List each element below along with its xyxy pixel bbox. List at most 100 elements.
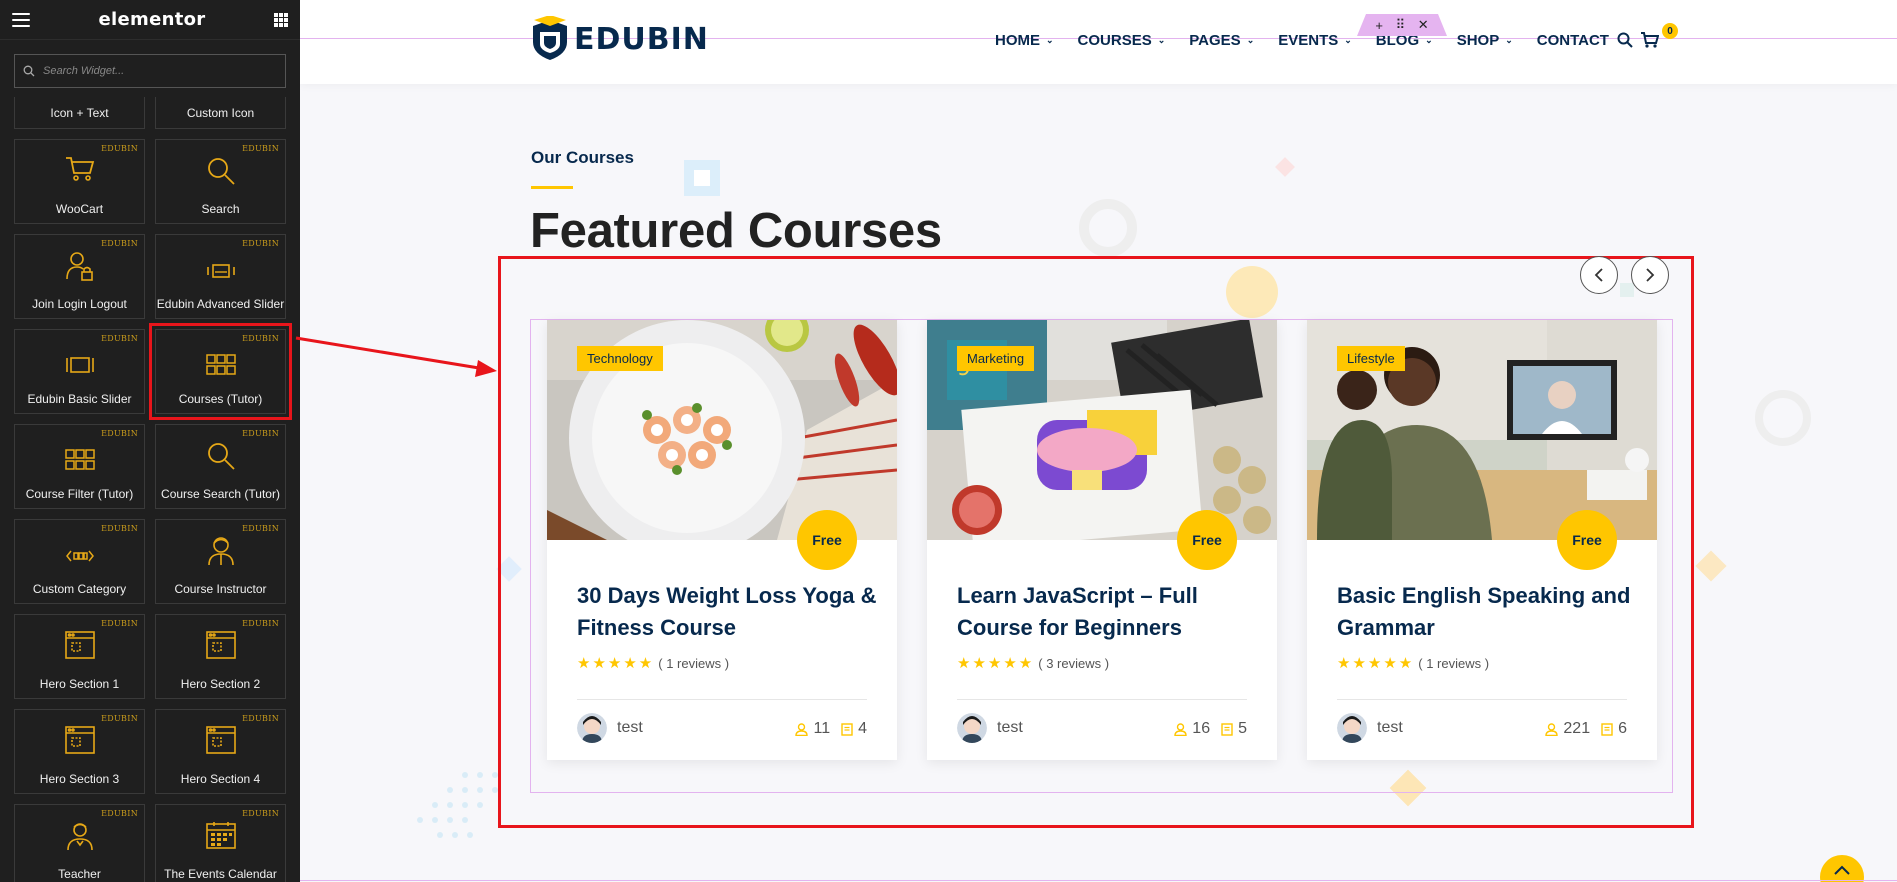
carousel-prev-button[interactable] xyxy=(1580,256,1618,294)
course-thumbnail[interactable]: Technology xyxy=(547,320,897,540)
chevron-down-icon: ⌄ xyxy=(1344,35,1352,45)
search-icon[interactable] xyxy=(1617,32,1633,53)
course-author[interactable]: test xyxy=(1337,713,1403,743)
widget-source-tag: EDUBIN xyxy=(242,714,279,723)
course-category-badge[interactable]: Lifestyle xyxy=(1337,346,1405,371)
widget-tile-courses-tutor[interactable]: EDUBIN Courses (Tutor) xyxy=(149,323,292,420)
section-subtitle: Our Courses xyxy=(531,148,634,167)
widget-source-tag: EDUBIN xyxy=(101,619,138,628)
student-count: 221 xyxy=(1563,720,1591,737)
carousel-next-button[interactable] xyxy=(1631,256,1669,294)
search-icon xyxy=(206,156,236,191)
widget-label: Hero Section 3 xyxy=(39,772,120,786)
widget-label: Course Instructor xyxy=(174,582,267,596)
course-price-badge: Free xyxy=(1557,510,1617,570)
widget-tile-course-search-tutor[interactable]: EDUBIN Course Search (Tutor) xyxy=(155,424,286,509)
widget-tile-join-login-logout[interactable]: EDUBIN Join Login Logout xyxy=(14,234,145,319)
widget-source-tag: EDUBIN xyxy=(101,429,138,438)
review-count: ( 1 reviews ) xyxy=(658,655,730,671)
widget-source-tag: EDUBIN xyxy=(242,429,279,438)
course-category-badge[interactable]: Technology xyxy=(577,346,663,371)
widget-tile-edubin-advanced-slider[interactable]: EDUBIN Edubin Advanced Slider xyxy=(155,234,286,319)
widget-tile-hero-section-1[interactable]: EDUBIN Hero Section 1 xyxy=(14,614,145,699)
course-category-badge[interactable]: Marketing xyxy=(957,346,1035,371)
course-title[interactable]: 30 Days Weight Loss Yoga & Fitness Cours… xyxy=(577,580,877,644)
widget-tile-icon-text[interactable]: Icon + Text xyxy=(14,97,145,129)
graduation-shield-icon xyxy=(533,16,567,60)
course-rating: ★★★★★ ( 3 reviews ) xyxy=(957,654,1109,672)
course-card[interactable]: Technology Free 30 Days Weight Loss Yoga… xyxy=(547,320,897,760)
widget-tile-hero-section-4[interactable]: EDUBIN Hero Section 4 xyxy=(155,709,286,794)
widget-label: Icon + Text xyxy=(50,105,109,120)
student-count: 16 xyxy=(1192,720,1211,737)
widget-tile-hero-section-3[interactable]: EDUBIN Hero Section 3 xyxy=(14,709,145,794)
course-rating: ★★★★★ ( 1 reviews ) xyxy=(577,654,729,672)
cart-icon[interactable] xyxy=(1641,32,1660,53)
widget-label: Course Search (Tutor) xyxy=(161,487,280,501)
author-name: test xyxy=(1377,719,1403,736)
nav-courses[interactable]: COURSES ⌄ xyxy=(1078,32,1166,49)
course-author[interactable]: test xyxy=(577,713,643,743)
film-slider-icon xyxy=(65,354,95,381)
section-title: Featured Courses xyxy=(530,204,942,258)
widget-search-input[interactable] xyxy=(43,65,277,77)
widget-tile-course-filter-tutor[interactable]: EDUBIN Course Filter (Tutor) xyxy=(14,424,145,509)
widget-source-tag: EDUBIN xyxy=(242,334,279,343)
course-title[interactable]: Basic English Speaking and Grammar xyxy=(1337,580,1637,644)
widget-source-tag: EDUBIN xyxy=(242,524,279,533)
course-card[interactable]: 9 Marketing Free Learn JavaScript – Full… xyxy=(927,320,1277,760)
site-logo[interactable]: EDUBIN xyxy=(530,16,709,62)
close-icon[interactable]: ✕ xyxy=(1418,17,1429,33)
nav-pages[interactable]: PAGES ⌄ xyxy=(1189,32,1254,49)
course-card[interactable]: Lifestyle Free Basic English Speaking an… xyxy=(1307,320,1657,760)
cart-count-badge: 0 xyxy=(1662,23,1678,39)
widget-tile-teacher[interactable]: EDUBIN Teacher xyxy=(14,804,145,882)
hero-section-icon xyxy=(64,631,95,664)
add-section-icon[interactable]: + xyxy=(1375,18,1383,33)
widget-label: Teacher xyxy=(58,867,101,881)
drag-handle-icon[interactable]: ⠿ xyxy=(1396,17,1406,33)
widget-label: Search xyxy=(201,202,240,216)
widget-tile-search[interactable]: EDUBIN Search xyxy=(155,139,286,224)
widget-tile-woocart[interactable]: EDUBIN WooCart xyxy=(14,139,145,224)
star-rating-icon: ★★★★★ xyxy=(577,655,655,672)
widget-list: Icon + Text Custom Icon EDUBIN WooCart EDU… xyxy=(14,97,292,882)
grid-courses-icon xyxy=(64,449,95,476)
widget-tile-custom-category[interactable]: EDUBIN Custom Category xyxy=(14,519,145,604)
nav-label: PAGES xyxy=(1189,32,1241,49)
course-title[interactable]: Learn JavaScript – Full Course for Begin… xyxy=(957,580,1257,644)
widgets-grid-icon[interactable] xyxy=(273,12,288,27)
scroll-to-top-button[interactable] xyxy=(1820,855,1864,882)
card-divider xyxy=(577,699,867,700)
widget-source-tag: EDUBIN xyxy=(101,524,138,533)
widget-tile-the-events-calendar[interactable]: EDUBIN The Events Calendar xyxy=(155,804,286,882)
menu-icon[interactable] xyxy=(12,12,30,27)
widget-source-tag: EDUBIN xyxy=(101,809,138,818)
widget-tile-hero-section-2[interactable]: EDUBIN Hero Section 2 xyxy=(155,614,286,699)
widget-label: Edubin Advanced Slider xyxy=(156,297,285,311)
panel-brand: elementor xyxy=(98,9,206,30)
chevron-down-icon: ⌄ xyxy=(1425,35,1433,45)
search-icon xyxy=(206,441,236,476)
chevron-up-icon xyxy=(1834,865,1850,875)
course-price-badge: Free xyxy=(1177,510,1237,570)
nav-events[interactable]: EVENTS ⌄ xyxy=(1278,32,1352,49)
nav-home[interactable]: HOME ⌄ xyxy=(995,32,1054,49)
hero-section-icon xyxy=(64,726,95,759)
widget-label: Course Filter (Tutor) xyxy=(25,487,134,501)
widget-tile-course-instructor[interactable]: EDUBIN Course Instructor xyxy=(155,519,286,604)
nav-shop[interactable]: SHOP ⌄ xyxy=(1457,32,1513,49)
course-thumbnail[interactable]: 9 Marketing xyxy=(927,320,1277,540)
widget-search-field[interactable] xyxy=(14,54,286,88)
slider-icon xyxy=(206,261,236,288)
student-count: 11 xyxy=(813,720,831,737)
course-thumbnail[interactable]: Lifestyle xyxy=(1307,320,1657,540)
students-icon xyxy=(1545,722,1559,736)
widget-label: Custom Icon xyxy=(186,105,255,120)
widget-tile-custom-icon[interactable]: Custom Icon xyxy=(155,97,286,129)
card-divider xyxy=(1337,699,1627,700)
nav-contact[interactable]: CONTACT xyxy=(1537,32,1609,49)
widget-tile-edubin-basic-slider[interactable]: EDUBIN Edubin Basic Slider xyxy=(14,329,145,414)
widget-label: Courses (Tutor) xyxy=(178,392,263,406)
course-author[interactable]: test xyxy=(957,713,1023,743)
